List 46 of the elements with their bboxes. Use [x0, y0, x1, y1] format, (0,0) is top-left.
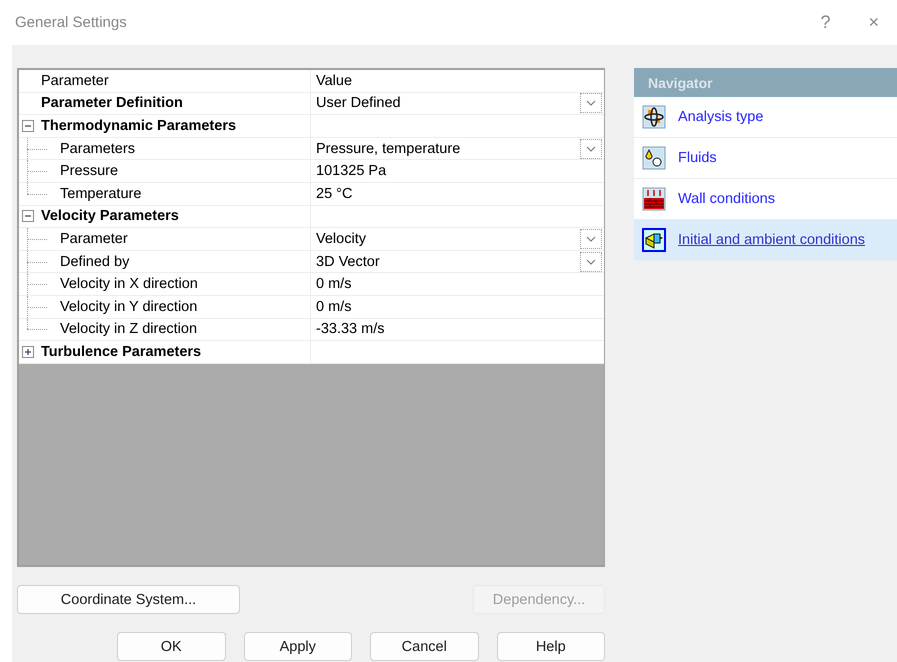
parameter-value: 25 °C: [316, 186, 352, 202]
chevron-down-icon: [586, 100, 596, 106]
parameter-value: Pressure, temperature: [316, 140, 460, 157]
navigator-item[interactable]: Fluids: [634, 138, 897, 179]
navigator-item[interactable]: Wall conditions: [634, 179, 897, 220]
column-header: Value: [316, 72, 352, 89]
parameter-name: Temperature: [60, 186, 142, 202]
window-title: General Settings: [15, 14, 128, 31]
parameter-name: Parameters: [60, 140, 135, 157]
parameter-value: 3D Vector: [316, 254, 380, 270]
collapse-toggle[interactable]: [22, 120, 34, 132]
group-name: Thermodynamic Parameters: [41, 118, 236, 134]
collapse-toggle[interactable]: [22, 210, 34, 222]
dropdown-button[interactable]: [580, 252, 602, 272]
parameter-value: User Defined: [316, 95, 401, 112]
plus-icon: [24, 348, 32, 356]
dialog-button[interactable]: Help: [496, 632, 605, 661]
parameter-name: Defined by: [60, 254, 130, 270]
parameter-name: Pressure: [60, 163, 118, 180]
group-name: Turbulence Parameters: [41, 344, 202, 360]
dropdown-button[interactable]: [580, 93, 602, 114]
parameter-name: Parameter: [60, 230, 128, 247]
parameter-name: Velocity in Y direction: [60, 298, 198, 315]
parameter-name: Velocity in Z direction: [60, 321, 198, 338]
navigator-item[interactable]: Initial and ambient conditions: [634, 220, 897, 261]
dialog-button[interactable]: Cancel: [370, 632, 478, 661]
parameter-value: -33.33 m/s: [316, 321, 384, 338]
parameter-value: 0 m/s: [316, 298, 352, 315]
navigator-header: Navigator: [634, 68, 897, 97]
coordinate-system-button[interactable]: Coordinate System...: [17, 585, 240, 614]
parameter-name: Parameter Definition: [41, 95, 183, 112]
dialog-button[interactable]: Apply: [244, 632, 352, 661]
dropdown-button[interactable]: [580, 138, 602, 159]
group-name: Velocity Parameters: [41, 208, 179, 224]
parameter-value: 101325 Pa: [316, 163, 386, 180]
parameter-value: Velocity: [316, 230, 366, 247]
dialog-button[interactable]: OK: [117, 632, 226, 661]
column-header: Parameter: [41, 72, 109, 89]
expand-toggle[interactable]: [22, 346, 34, 358]
navigator-item[interactable]: Analysis type: [634, 97, 897, 138]
chevron-down-icon: [586, 236, 596, 242]
chevron-down-icon: [586, 258, 596, 265]
chevron-down-icon: [586, 146, 596, 152]
dropdown-button[interactable]: [580, 228, 602, 249]
parameter-name: Velocity in X direction: [60, 276, 198, 292]
parameter-value: 0 m/s: [316, 276, 352, 292]
